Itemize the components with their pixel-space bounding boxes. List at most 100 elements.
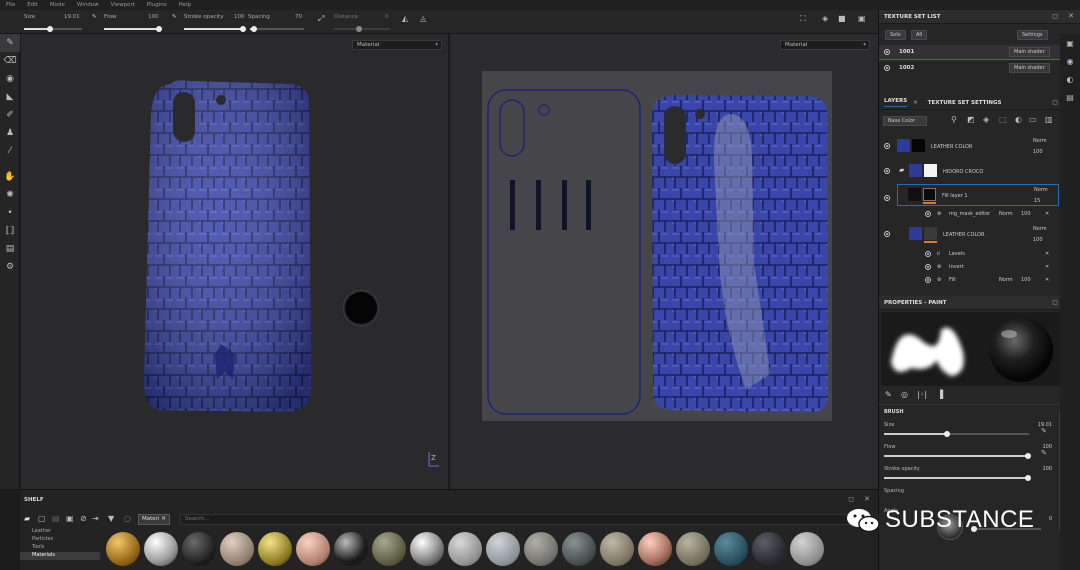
layer-blend[interactable]: Norm bbox=[1034, 187, 1048, 193]
layer-row-selected[interactable]: Fill layer 1 Norm 15 bbox=[897, 184, 1059, 206]
menu-viewport[interactable]: Viewport bbox=[111, 2, 135, 8]
uv-icon[interactable]: ⟦⟧ bbox=[0, 222, 20, 240]
visibility-icon[interactable] bbox=[884, 65, 890, 71]
material-thumbnail[interactable] bbox=[448, 532, 482, 566]
history-icon[interactable]: ▤ bbox=[1060, 88, 1080, 106]
material-thumbnail[interactable] bbox=[296, 532, 330, 566]
size-slider[interactable] bbox=[24, 26, 82, 32]
maximize-icon[interactable]: ◻ bbox=[848, 495, 854, 503]
add-layer-icon[interactable]: ⬚ bbox=[999, 115, 1007, 124]
pressure-icon[interactable]: ✎ bbox=[172, 14, 177, 20]
maximize-icon[interactable]: ◻ bbox=[1052, 98, 1058, 106]
delete-icon[interactable]: ▤ bbox=[52, 514, 60, 523]
bake-icon[interactable]: ✋ bbox=[0, 168, 20, 186]
maximize-icon[interactable]: ◻ bbox=[1052, 298, 1058, 306]
close-icon[interactable]: ✕ bbox=[1068, 12, 1074, 20]
flow-slider[interactable] bbox=[884, 453, 1031, 459]
visibility-icon[interactable] bbox=[925, 264, 931, 270]
gear-icon[interactable]: ⚙ bbox=[937, 211, 941, 217]
size-slider[interactable] bbox=[884, 431, 1029, 437]
flow-value[interactable]: 100 bbox=[148, 14, 159, 20]
material-thumbnail[interactable] bbox=[144, 532, 178, 566]
polygon-fill-icon[interactable]: ◣ bbox=[0, 88, 20, 106]
viewport-2d[interactable]: Material bbox=[450, 34, 878, 489]
remove-icon[interactable]: ✕ bbox=[1045, 264, 1049, 270]
close-icon[interactable]: ✕ bbox=[913, 100, 918, 106]
texture-set-row[interactable]: 1001 Main shader bbox=[879, 45, 1080, 60]
spacing-value[interactable]: 70 bbox=[295, 14, 302, 20]
eraser-icon[interactable]: ⌫ bbox=[0, 52, 20, 70]
gear-icon[interactable]: ⚙ bbox=[0, 258, 20, 276]
material-thumbnail[interactable] bbox=[524, 532, 558, 566]
shader-select[interactable]: Main shader bbox=[1009, 63, 1050, 73]
remove-icon[interactable]: ✕ bbox=[1045, 251, 1049, 257]
material-thumbnail[interactable] bbox=[106, 532, 140, 566]
menu-file[interactable]: File bbox=[6, 2, 15, 8]
search-input[interactable]: Search... bbox=[180, 514, 870, 525]
distance-value[interactable]: 0 bbox=[385, 14, 389, 20]
export-icon[interactable]: ⇥ bbox=[92, 514, 99, 523]
material-thumbnail[interactable] bbox=[486, 532, 520, 566]
settings-button[interactable]: Settings bbox=[1017, 30, 1048, 40]
layer-row[interactable]: LEATHER COLOR Norm 100 bbox=[879, 222, 1059, 246]
size-value[interactable]: 19.01 bbox=[64, 14, 80, 20]
material-thumbnail[interactable] bbox=[220, 532, 254, 566]
menu-window[interactable]: Window bbox=[77, 2, 99, 8]
stroke-opacity-value[interactable]: 100 bbox=[1042, 466, 1052, 472]
material-thumbnail[interactable] bbox=[790, 532, 824, 566]
stroke-opacity-value[interactable]: 100 bbox=[234, 14, 245, 20]
solo-button[interactable]: Solo bbox=[885, 30, 906, 40]
effect-blend[interactable]: Norm bbox=[999, 211, 1013, 217]
filter-chip[interactable]: Materi ✕ bbox=[138, 514, 170, 525]
add-fill-icon[interactable]: ◈ bbox=[983, 115, 989, 124]
texture-set-icon[interactable]: ▣ bbox=[1060, 34, 1080, 52]
material-thumbnail[interactable] bbox=[752, 532, 786, 566]
material-thumbnail[interactable] bbox=[410, 532, 444, 566]
effect-row[interactable]: ⚙ Fill Norm 100 ✕ bbox=[879, 274, 1079, 286]
display-mode-icon[interactable]: ◈ bbox=[822, 14, 828, 23]
mirror-icon[interactable]: ◬ bbox=[420, 14, 426, 23]
symmetry-icon[interactable]: ◭ bbox=[402, 14, 408, 23]
material-thumbnail[interactable] bbox=[562, 532, 596, 566]
add-paint-icon[interactable]: ◐ bbox=[1015, 115, 1022, 124]
display-settings-icon[interactable]: ◉ bbox=[1060, 52, 1080, 70]
effect-opacity[interactable]: 100 bbox=[1021, 277, 1031, 283]
layer-row[interactable]: LEATHER COLOR Norm 100 bbox=[879, 134, 1059, 158]
layer-opacity[interactable]: 100 bbox=[1033, 237, 1043, 243]
material-thumbnail[interactable] bbox=[676, 532, 710, 566]
tab-texture-set-settings[interactable]: TEXTURE SET SETTINGS bbox=[928, 100, 1002, 106]
screenshot-icon[interactable]: ▣ bbox=[858, 14, 866, 23]
lazy-mouse-icon[interactable]: ⤢ bbox=[318, 14, 324, 24]
shader-icon[interactable]: ◐ bbox=[1060, 70, 1080, 88]
stroke-opacity-slider[interactable] bbox=[184, 26, 246, 32]
visibility-icon[interactable] bbox=[884, 49, 890, 55]
paint-brush-icon[interactable]: ✎ bbox=[0, 34, 20, 52]
layer-blend[interactable]: Norm bbox=[1033, 138, 1047, 144]
export-icon[interactable]: ▤ bbox=[0, 240, 20, 258]
texture-set-row[interactable]: 1002 Main shader bbox=[879, 61, 1080, 76]
effect-row[interactable]: ıl Levels ✕ bbox=[879, 248, 1079, 260]
material-thumbnail[interactable] bbox=[182, 532, 216, 566]
clear-filter-icon[interactable]: ○ bbox=[124, 514, 131, 523]
smudge-icon[interactable]: ✐ bbox=[0, 106, 20, 124]
filter-icon[interactable]: ▼ bbox=[108, 514, 114, 523]
category-particles[interactable]: Particles bbox=[20, 536, 100, 544]
projection-icon[interactable]: ◉ bbox=[0, 70, 20, 88]
alpha-icon[interactable]: ▐ bbox=[937, 390, 943, 399]
viewport-3d[interactable]: Material Z bbox=[21, 34, 448, 489]
clone-stamp-icon[interactable]: ♟ bbox=[0, 124, 20, 142]
layer-blend[interactable]: Norm bbox=[1033, 226, 1047, 232]
camera-icon[interactable]: ■ bbox=[838, 14, 846, 23]
visibility-icon[interactable] bbox=[925, 251, 931, 257]
close-icon[interactable]: ✕ bbox=[864, 495, 870, 503]
pressure-icon[interactable]: ✎ bbox=[92, 14, 97, 20]
import-icon[interactable]: ▣ bbox=[66, 514, 74, 523]
material-thumbnail[interactable] bbox=[334, 532, 368, 566]
menu-mode[interactable]: Mode bbox=[50, 2, 65, 8]
stencil-icon[interactable]: |◦| bbox=[917, 390, 927, 399]
category-tools[interactable]: Tools bbox=[20, 544, 100, 552]
visibility-icon[interactable] bbox=[884, 231, 890, 237]
levels-icon[interactable]: ıl bbox=[937, 251, 940, 257]
visibility-icon[interactable] bbox=[925, 211, 931, 217]
tab-layers[interactable]: LAYERS bbox=[884, 98, 908, 107]
